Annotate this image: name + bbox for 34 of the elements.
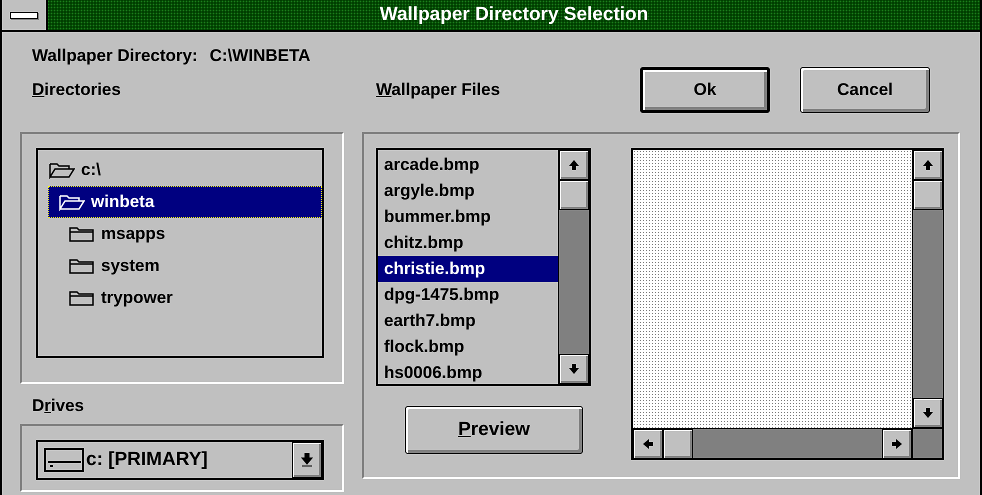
folder-icon [59,193,85,211]
directory-item[interactable]: winbeta [48,186,322,218]
directory-path: C:\WINBETA [210,46,310,66]
file-item[interactable]: flock.bmp [378,334,558,360]
file-item[interactable]: dpg-1475.bmp [378,282,558,308]
folder-icon [49,161,75,179]
file-item[interactable]: chitz.bmp [378,230,558,256]
wallpaper-files-label: Wallpaper Files [376,80,500,100]
drives-dropdown[interactable]: c: [PRIMARY] [36,440,324,480]
scroll-bar[interactable] [558,150,589,384]
file-item[interactable]: earth7.bmp [378,308,558,334]
file-item[interactable]: christie.bmp [378,256,558,282]
directory-item[interactable]: msapps [58,218,322,250]
scroll-bar[interactable] [633,428,912,458]
scroll-bar[interactable] [912,150,943,428]
directories-label: Directories [32,80,122,100]
drive-icon [44,447,84,473]
window-title: Wallpaper Directory Selection [378,3,650,27]
directory-label: Wallpaper Directory: [32,46,198,66]
folder-icon [69,225,95,243]
directory-item[interactable]: system [58,250,322,282]
directory-item[interactable]: trypower [58,282,322,314]
file-item[interactable]: arcade.bmp [378,152,558,178]
dialog-button[interactable]: Ok [640,67,770,113]
folder-icon [69,289,95,307]
file-item[interactable]: hs0006.bmp [378,360,558,384]
directory-item[interactable]: c:\ [38,154,322,186]
preview-button[interactable]: Preview [405,406,583,454]
file-item[interactable]: argyle.bmp [378,178,558,204]
drives-label: Drives [32,396,85,416]
file-item[interactable]: bummer.bmp [378,204,558,230]
dialog-button[interactable]: Cancel [800,67,930,113]
system-menu-button[interactable] [2,0,48,30]
folder-icon [69,257,95,275]
